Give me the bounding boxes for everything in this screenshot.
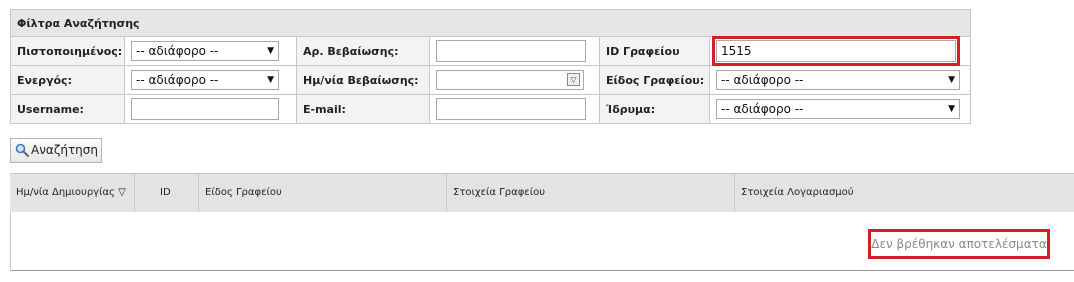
cert-no-label: Αρ. Βεβαίωσης: xyxy=(296,36,430,66)
cert-no-input[interactable] xyxy=(436,40,586,62)
email-input[interactable] xyxy=(436,98,586,120)
column-account-details[interactable]: Στοιχεία Λογαριασμού xyxy=(734,174,1074,212)
institution-select[interactable]: -- αδιάφορο -- ▼ xyxy=(716,99,960,119)
certified-select[interactable]: -- αδιάφορο -- ▼ xyxy=(131,41,279,61)
active-select-value: -- αδιάφορο -- xyxy=(136,73,219,87)
column-office-details[interactable]: Στοιχεία Γραφείου xyxy=(446,174,734,212)
cert-date-label: Ημ/νία Βεβαίωσης: xyxy=(296,65,430,95)
no-results-message: Δεν βρέθηκαν αποτελέσματα xyxy=(868,229,1050,259)
search-icon xyxy=(15,143,29,157)
results-grid-header: Ημ/νία Δημιουργίας ▽ ID Είδος Γραφείου Σ… xyxy=(10,173,1074,213)
dropdown-arrow-icon: ▼ xyxy=(948,75,955,85)
username-label: Username: xyxy=(10,94,125,124)
search-button[interactable]: Αναζήτηση xyxy=(10,138,102,163)
institution-select-value: -- αδιάφορο -- xyxy=(721,102,804,116)
certified-label: Πιστοποιημένος: xyxy=(10,36,125,66)
search-filters-panel: Φίλτρα Αναζήτησης Πιστοποιημένος: -- αδι… xyxy=(9,9,972,124)
column-creation-date[interactable]: Ημ/νία Δημιουργίας ▽ xyxy=(10,174,134,212)
column-id[interactable]: ID xyxy=(134,174,198,212)
email-label: E-mail: xyxy=(296,94,430,124)
dropdown-arrow-icon: ▼ xyxy=(267,75,274,85)
cert-date-picker[interactable]: ▽ xyxy=(436,70,584,90)
dropdown-arrow-icon: ▼ xyxy=(948,104,955,114)
search-button-label: Αναζήτηση xyxy=(31,143,98,157)
institution-label: Ίδρυμα: xyxy=(599,94,710,124)
office-id-input[interactable]: 1515 xyxy=(712,36,960,66)
column-office-type[interactable]: Είδος Γραφείου xyxy=(198,174,446,212)
office-type-select[interactable]: -- αδιάφορο -- ▼ xyxy=(716,70,960,90)
active-label: Ενεργός: xyxy=(10,65,125,95)
active-select[interactable]: -- αδιάφορο -- ▼ xyxy=(131,70,279,90)
dropdown-arrow-icon: ▼ xyxy=(267,46,274,56)
username-input[interactable] xyxy=(131,98,279,120)
office-type-select-value: -- αδιάφορο -- xyxy=(721,73,804,87)
filters-title: Φίλτρα Αναζήτησης xyxy=(9,9,972,37)
office-id-label: ID Γραφείου xyxy=(599,36,710,66)
office-type-label: Είδος Γραφείου: xyxy=(599,65,710,95)
certified-select-value: -- αδιάφορο -- xyxy=(136,44,219,58)
chevron-down-icon[interactable]: ▽ xyxy=(567,73,580,86)
